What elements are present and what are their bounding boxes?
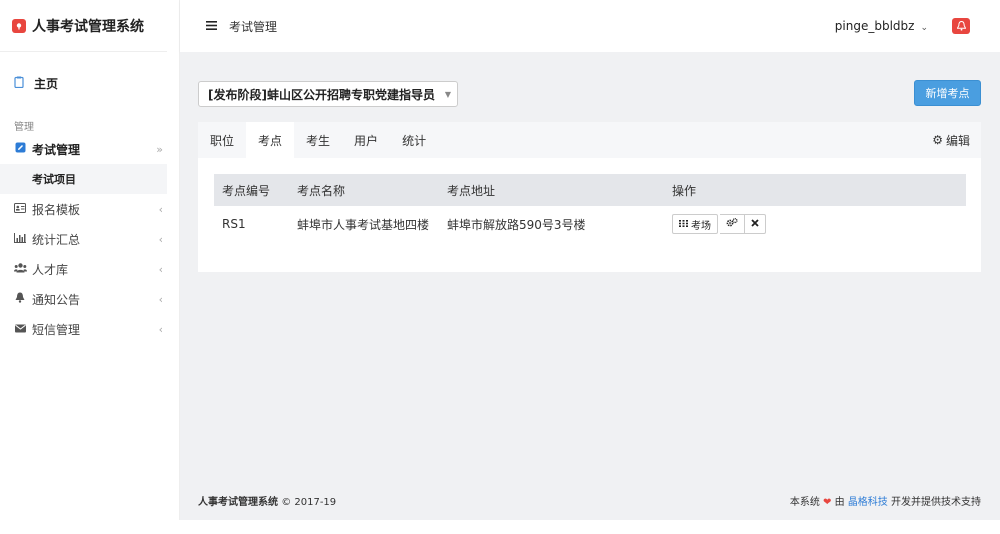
sidebar-item-label: 通知公告 [32,292,81,307]
column-header-address: 考点地址 [439,174,664,206]
footer-powered-pre: 本系统 [789,497,820,508]
gear-icon: ⚙ [932,133,943,147]
footer-credits: 本系统 ❤ 由 晶格科技 开发并提供技术支持 [790,493,981,508]
row-actions: 考场 [672,214,966,234]
edit-button[interactable]: ⚙ 编辑 [932,122,970,158]
heart-icon: ❤ [823,497,832,508]
chevron-double-down-icon: » [156,142,163,156]
chevron-left-icon: ‹ [158,292,163,306]
bell-icon [14,292,26,306]
exam-panel: 职位 考点 考生 用户 统计 ⚙ 编辑 考点编号 考点名称 考点地址 操作 RS… [198,122,981,272]
cell-code: RS1 [222,217,246,231]
tab-candidates[interactable]: 考生 [294,122,342,158]
user-menu[interactable]: pinge_bbldbz ⌄ [835,19,928,33]
caret-down-icon: ▼ [444,89,451,99]
table-header-row: 考点编号 考点名称 考点地址 操作 [214,174,966,206]
sidebar-item-label: 短信管理 [32,322,81,337]
id-card-icon [14,202,26,216]
bar-chart-icon [14,232,26,246]
sidebar-item-sms[interactable]: 短信管理 ‹ [0,314,179,344]
sidebar-item-notices[interactable]: 通知公告 ‹ [0,284,179,314]
sidebar-section-label: 管理 [14,122,34,133]
cell-address: 蚌埠市解放路590号3号楼 [447,217,586,232]
sidebar-item-label: 统计汇总 [32,232,81,247]
menu-toggle-icon[interactable] [206,18,217,34]
footer-powered-post: 开发并提供技术支持 [891,497,981,508]
cell-actions: 考场 [664,206,966,242]
company-link[interactable]: 晶格科技 [848,497,888,508]
top-header: 考试管理 pinge_bbldbz ⌄ [180,0,1000,52]
grid-icon [679,219,688,230]
chevron-left-icon: ‹ [158,262,163,276]
exam-rooms-label: 考场 [691,220,711,232]
sidebar-item-statistics[interactable]: 统计汇总 ‹ [0,224,179,254]
chevron-left-icon: ‹ [158,202,163,216]
footer-copyright: 人事考试管理系统 © 2017-19 [198,493,336,508]
users-icon [14,262,27,276]
app-title: 人事考试管理系统 [32,18,144,35]
tab-statistics[interactable]: 统计 [390,122,438,158]
close-icon [751,218,759,230]
envelope-icon [14,323,26,336]
sidebar-item-registration-template[interactable]: 报名模板 ‹ [0,194,179,224]
chevron-down-icon: ⌄ [920,23,928,33]
tab-users[interactable]: 用户 [342,122,390,158]
exam-select-value: [发布阶段]蚌山区公开招聘专职党建指导员 [208,87,435,102]
cell-name: 蚌埠市人事考试基地四楼 [297,217,430,232]
brand[interactable]: 人事考试管理系统 [0,0,167,52]
sidebar: 人事考试管理系统 主页 管理 考试管理 » 考试项目 报名模板 ‹ 统计汇总 ‹… [0,0,180,520]
footer-year: © 2017-19 [281,497,337,508]
exam-rooms-button[interactable]: 考场 [672,214,718,234]
header-title: 考试管理 [229,19,278,34]
footer-app-name: 人事考试管理系统 [198,497,278,508]
username: pinge_bbldbz [834,19,915,33]
sidebar-item-label: 主页 [34,76,59,91]
sidebar-item-exam-management[interactable]: 考试管理 » [0,134,179,164]
tab-exam-sites[interactable]: 考点 [246,122,295,158]
exam-select[interactable]: [发布阶段]蚌山区公开招聘专职党建指导员 ▼ [198,81,458,107]
column-header-code: 考点编号 [214,174,289,206]
delete-button[interactable] [745,214,766,234]
sidebar-item-label: 人才库 [32,262,69,277]
clipboard-icon [14,76,26,91]
sidebar-item-label: 考试管理 [32,142,81,157]
main-content: [发布阶段]蚌山区公开招聘专职党建指导员 ▼ 新增考点 职位 考点 考生 用户 … [180,52,1000,520]
edit-label: 编辑 [945,133,970,148]
notification-bell-icon[interactable] [952,18,970,34]
tab-bar: 职位 考点 考生 用户 统计 ⚙ 编辑 [198,122,981,158]
sidebar-item-talent-pool[interactable]: 人才库 ‹ [0,254,179,284]
table-row: RS1 蚌埠市人事考试基地四楼 蚌埠市解放路590号3号楼 考场 [214,206,966,242]
edit-icon [14,142,26,156]
sidebar-subitem-exam-project[interactable]: 考试项目 [0,164,167,194]
chevron-left-icon: ‹ [158,232,163,246]
column-header-actions: 操作 [664,174,966,206]
sidebar-item-label: 报名模板 [32,202,81,217]
logo-icon [12,18,26,33]
column-header-name: 考点名称 [289,174,439,206]
exam-sites-table: 考点编号 考点名称 考点地址 操作 RS1 蚌埠市人事考试基地四楼 蚌埠市解放路… [214,174,966,242]
tab-positions[interactable]: 职位 [198,122,246,158]
settings-button[interactable] [720,214,745,234]
add-exam-site-button[interactable]: 新增考点 [914,80,981,106]
cogs-icon [726,218,738,230]
sidebar-item-home[interactable]: 主页 [0,68,179,98]
footer-powered-by: 由 [834,497,845,508]
chevron-left-icon: ‹ [158,322,163,336]
